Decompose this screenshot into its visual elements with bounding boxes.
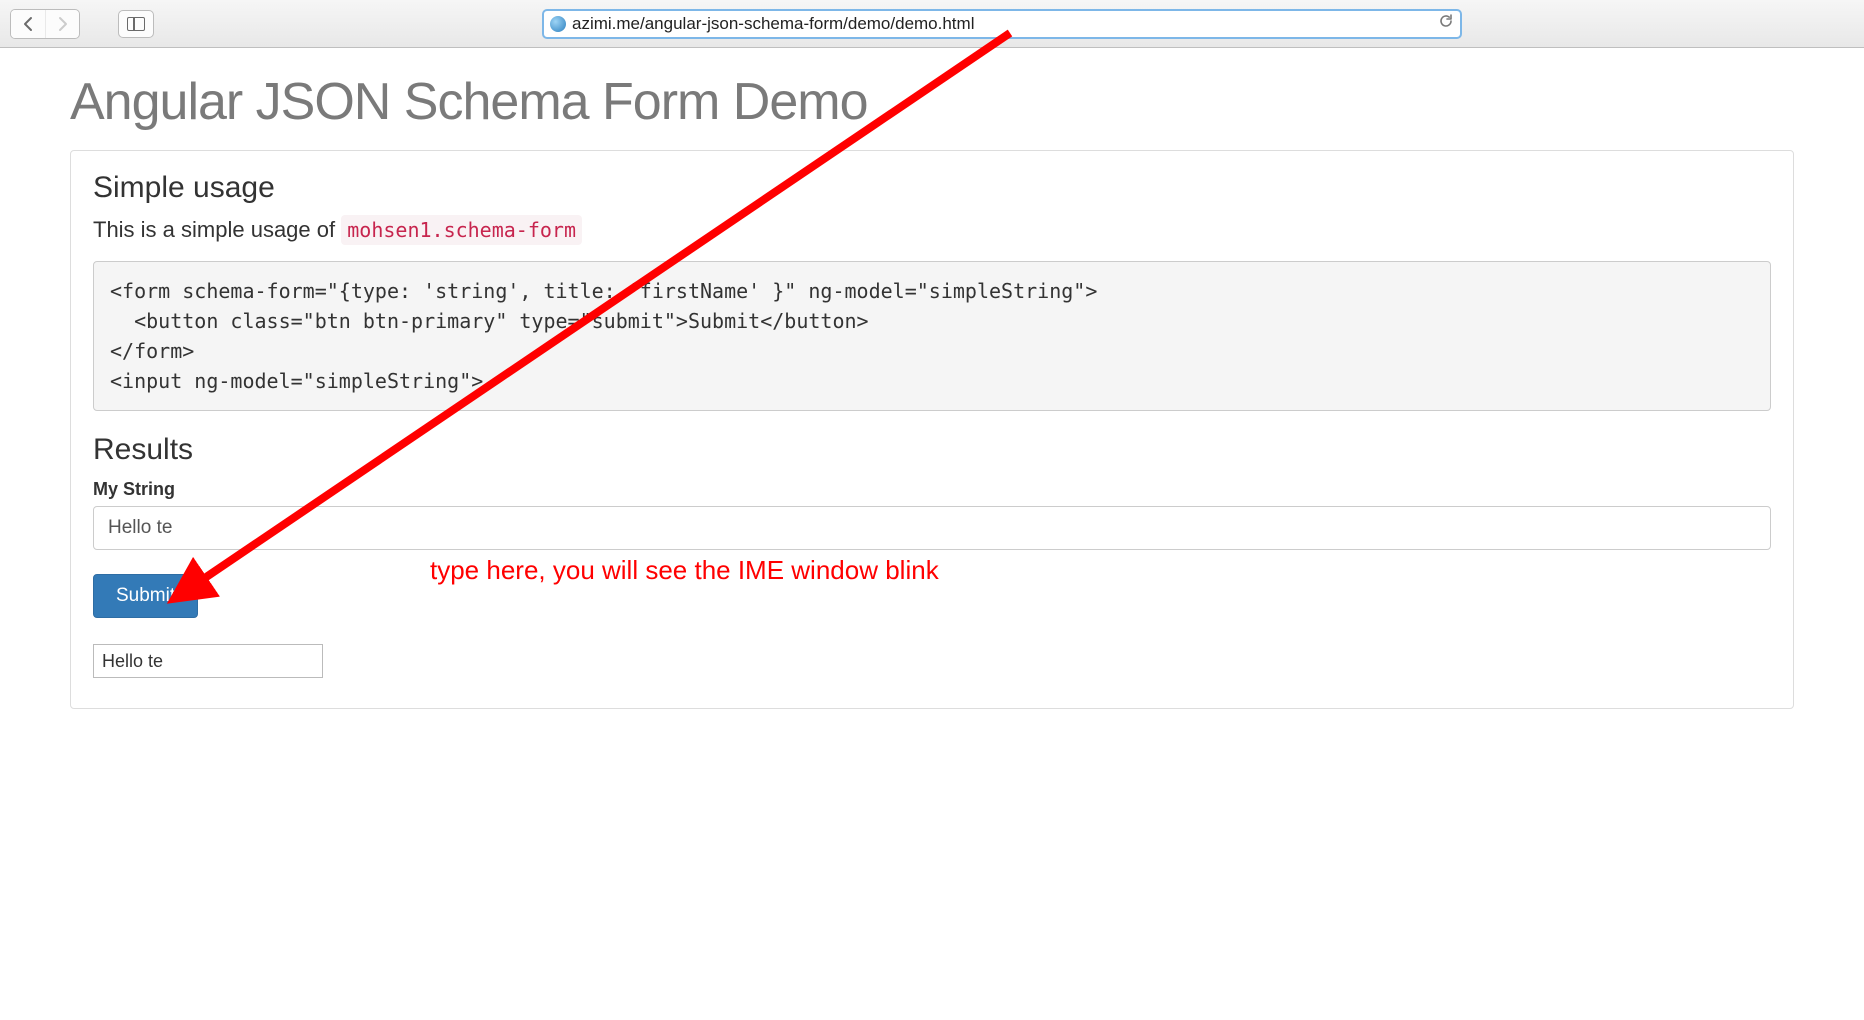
my-string-label: My String bbox=[93, 479, 1771, 500]
code-example: <form schema-form="{type: 'string', titl… bbox=[93, 261, 1771, 411]
lead-text: This is a simple usage of mohsen1.schema… bbox=[93, 217, 1771, 243]
url-text: azimi.me/angular-json-schema-form/demo/d… bbox=[572, 14, 1432, 34]
lead-prefix: This is a simple usage of bbox=[93, 217, 341, 242]
globe-icon bbox=[550, 16, 566, 32]
mirror-input[interactable] bbox=[93, 644, 323, 678]
my-string-input[interactable] bbox=[93, 506, 1771, 550]
browser-toolbar: azimi.me/angular-json-schema-form/demo/d… bbox=[0, 0, 1864, 48]
forward-button[interactable] bbox=[45, 10, 79, 38]
simple-usage-heading: Simple usage bbox=[93, 171, 1771, 205]
results-heading: Results bbox=[93, 433, 1771, 467]
address-bar[interactable]: azimi.me/angular-json-schema-form/demo/d… bbox=[542, 9, 1462, 39]
sidebar-icon bbox=[127, 17, 145, 31]
reload-button[interactable] bbox=[1438, 13, 1454, 34]
page-title: Angular JSON Schema Form Demo bbox=[70, 72, 1794, 132]
lead-code: mohsen1.schema-form bbox=[341, 215, 582, 245]
nav-button-group bbox=[10, 9, 80, 39]
back-button[interactable] bbox=[11, 10, 45, 38]
chevron-right-icon bbox=[57, 16, 69, 32]
demo-panel: Simple usage This is a simple usage of m… bbox=[70, 150, 1794, 709]
chevron-left-icon bbox=[22, 16, 34, 32]
page-content: Angular JSON Schema Form Demo Simple usa… bbox=[0, 48, 1864, 733]
reload-icon bbox=[1438, 13, 1454, 29]
show-sidebar-button[interactable] bbox=[118, 10, 154, 38]
submit-button[interactable]: Submit bbox=[93, 574, 198, 618]
